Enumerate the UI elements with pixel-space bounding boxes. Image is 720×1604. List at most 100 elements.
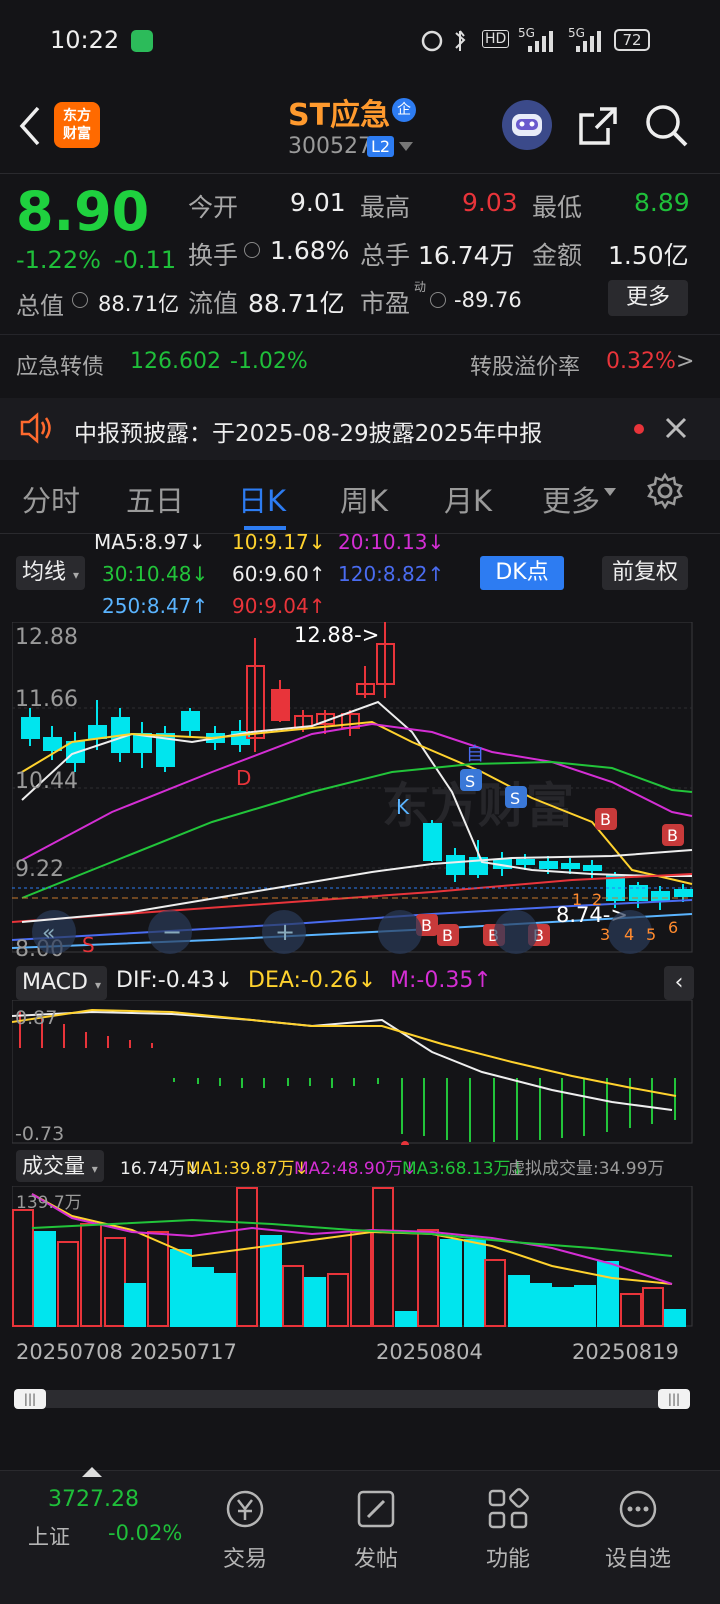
period-tabs: 分时 五日 日K 周K 月K 更多 bbox=[0, 460, 720, 534]
candle-body bbox=[539, 861, 558, 869]
amount-label: 金额 bbox=[532, 241, 583, 270]
pe-info-icon[interactable] bbox=[430, 292, 446, 308]
buy-marker: B bbox=[442, 926, 453, 945]
volume-bar bbox=[395, 1311, 417, 1327]
num-marker: 5 bbox=[646, 925, 656, 944]
range-slider[interactable]: ||| ||| bbox=[14, 1389, 690, 1409]
last-price: 8.90 bbox=[16, 180, 150, 243]
nav-watchlist-label[interactable]: 设自选 bbox=[588, 1541, 688, 1573]
back-icon[interactable] bbox=[18, 106, 42, 146]
chevron-down-icon[interactable] bbox=[399, 142, 413, 152]
vol-ma1: MA1:39.87万↓ bbox=[186, 1159, 309, 1179]
slider-right-handle[interactable]: ||| bbox=[658, 1389, 690, 1409]
num-marker: 4 bbox=[624, 925, 634, 944]
macd-selector[interactable]: MACD ▾ bbox=[16, 966, 107, 1000]
volume-chart[interactable]: 139.7万 bbox=[12, 1186, 708, 1336]
ma60: 60:9.60↑ bbox=[232, 562, 326, 586]
slider-left-handle[interactable]: ||| bbox=[14, 1389, 46, 1409]
index-value[interactable]: 3727.28 bbox=[48, 1487, 139, 1512]
price-adjust-button[interactable]: 前复权 bbox=[602, 556, 688, 590]
tab-more-caret-icon[interactable] bbox=[604, 488, 616, 498]
marker-zi: 自 bbox=[466, 744, 484, 765]
macd-dea: DEA:-0.26↓ bbox=[248, 968, 377, 993]
amount-value: 1.50亿 bbox=[608, 241, 689, 270]
volume-value: 16.74万 bbox=[418, 241, 515, 270]
caret-icon: ▾ bbox=[91, 1162, 98, 1176]
kline-chart[interactable]: 东方财富 12.88 11.66 10.44 9.22 8.00 12.88->… bbox=[12, 622, 708, 972]
y-tick: 11.66 bbox=[15, 687, 78, 712]
notice-bar[interactable]: 中报预披露：于2025-08-29披露2025年中报 bbox=[0, 398, 720, 460]
candle-body bbox=[423, 823, 442, 861]
candle-body bbox=[561, 863, 580, 869]
share-icon[interactable] bbox=[578, 106, 618, 146]
candle-body bbox=[43, 737, 62, 751]
buy-marker: B bbox=[600, 810, 611, 829]
tab-five-day[interactable]: 五日 bbox=[126, 478, 184, 520]
num-marker: 2 bbox=[592, 890, 602, 909]
volume-selector[interactable]: 成交量 ▾ bbox=[16, 1150, 104, 1182]
close-icon[interactable] bbox=[664, 416, 688, 440]
level2-badge[interactable]: L2 bbox=[367, 136, 395, 157]
volume-bar bbox=[574, 1285, 596, 1327]
marker-d: D bbox=[236, 766, 251, 790]
volume-bar bbox=[327, 1273, 349, 1327]
candle-body bbox=[516, 859, 535, 865]
tab-daily-k[interactable]: 日K bbox=[238, 478, 286, 520]
prev-icon bbox=[378, 910, 422, 954]
volume-bar bbox=[620, 1293, 642, 1327]
stock-header: 东方 财富 ST应急 企 300527 L2 bbox=[0, 84, 720, 174]
high-value: 9.03 bbox=[462, 188, 518, 217]
volume-bar bbox=[170, 1249, 192, 1327]
dk-point-button[interactable]: DK点 bbox=[480, 556, 564, 590]
post-icon[interactable] bbox=[326, 1487, 426, 1535]
float-label: 流值 bbox=[188, 289, 239, 318]
pe-label: 市盈 bbox=[360, 289, 411, 318]
tab-monthly-k[interactable]: 月K bbox=[444, 478, 492, 520]
num-marker: 3 bbox=[600, 925, 610, 944]
ai-assistant-avatar[interactable] bbox=[502, 100, 552, 150]
info-icon[interactable] bbox=[72, 292, 88, 308]
macd-dif: DIF:-0.43↓ bbox=[116, 968, 234, 993]
date-label: 20250804 bbox=[376, 1340, 483, 1364]
convertible-bond-row[interactable]: 应急转债 126.602 -1.02% 转股溢价率 0.32% > bbox=[0, 334, 720, 398]
volume-bar bbox=[372, 1187, 394, 1327]
functions-icon[interactable] bbox=[458, 1487, 558, 1535]
ma-selector[interactable]: 均线 ▾ bbox=[16, 556, 86, 590]
turnover-label: 换手 bbox=[188, 241, 239, 270]
premium-label: 转股溢价率 bbox=[470, 355, 581, 380]
nav-trade-label[interactable]: 交易 bbox=[195, 1541, 295, 1573]
logo-line1: 东方 bbox=[63, 108, 91, 124]
svg-text:«: « bbox=[42, 921, 55, 946]
bond-label: 应急转债 bbox=[16, 355, 105, 380]
candle-body bbox=[88, 725, 107, 739]
svg-text:−: − bbox=[162, 918, 182, 946]
open-value: 9.01 bbox=[290, 188, 346, 217]
collapse-icon[interactable]: ‹ bbox=[664, 966, 694, 1000]
clock: 10:22 bbox=[50, 26, 120, 54]
macd-dot bbox=[401, 1141, 409, 1145]
watchlist-icon[interactable] bbox=[588, 1487, 688, 1535]
volume-bar bbox=[350, 1231, 372, 1327]
low-value: 8.89 bbox=[634, 188, 690, 217]
index-name: 上证 bbox=[28, 1525, 70, 1549]
more-button[interactable]: 更多 bbox=[608, 280, 688, 316]
nav-post-label[interactable]: 发帖 bbox=[326, 1541, 426, 1573]
macd-chart[interactable]: 0.87 -0.73 bbox=[12, 1000, 708, 1145]
tab-intraday[interactable]: 分时 bbox=[22, 478, 80, 520]
tab-more[interactable]: 更多 bbox=[542, 478, 600, 520]
turnover-info-icon[interactable] bbox=[244, 242, 260, 258]
tab-weekly-k[interactable]: 周K bbox=[340, 478, 388, 520]
volume-bar bbox=[664, 1309, 686, 1327]
candle-body bbox=[446, 855, 465, 875]
volume-bar bbox=[80, 1223, 102, 1327]
nav-functions-label[interactable]: 功能 bbox=[458, 1541, 558, 1573]
stock-code: 300527 bbox=[288, 134, 372, 159]
trade-icon[interactable] bbox=[195, 1487, 295, 1535]
candle-body bbox=[651, 891, 670, 901]
bond-price: 126.602 bbox=[130, 349, 221, 374]
chevron-right-icon: > bbox=[676, 349, 695, 374]
macd-bottom: -0.73 bbox=[15, 1123, 64, 1145]
notice-text: 中报预披露：于2025-08-29披露2025年中报 bbox=[74, 421, 543, 447]
search-icon[interactable] bbox=[645, 104, 689, 148]
gear-icon[interactable] bbox=[646, 472, 684, 510]
